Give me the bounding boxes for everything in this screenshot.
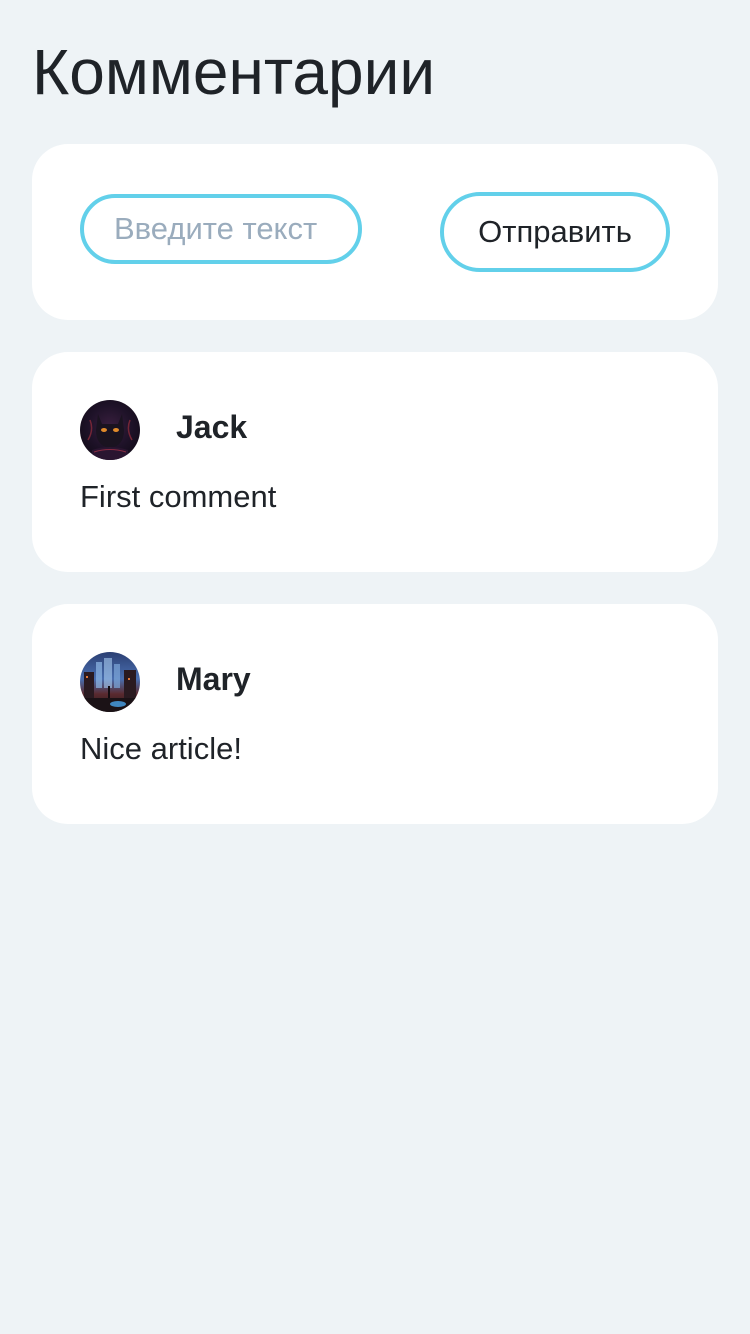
page-title: Комментарии (32, 36, 436, 108)
comment-text: Nice article! (80, 731, 242, 766)
comment-author: Mary (176, 661, 251, 697)
comment-input[interactable] (80, 194, 362, 264)
comment-card: Jack First comment (32, 352, 718, 572)
cat-avatar-icon (80, 400, 140, 460)
comment-text: First comment (80, 479, 277, 514)
comment-card: Mary Nice article! (32, 604, 718, 824)
city-avatar-icon (80, 652, 140, 712)
comment-author: Jack (176, 409, 248, 445)
send-button[interactable]: Отправить (440, 192, 670, 272)
comment-composer: Отправить (32, 144, 718, 320)
